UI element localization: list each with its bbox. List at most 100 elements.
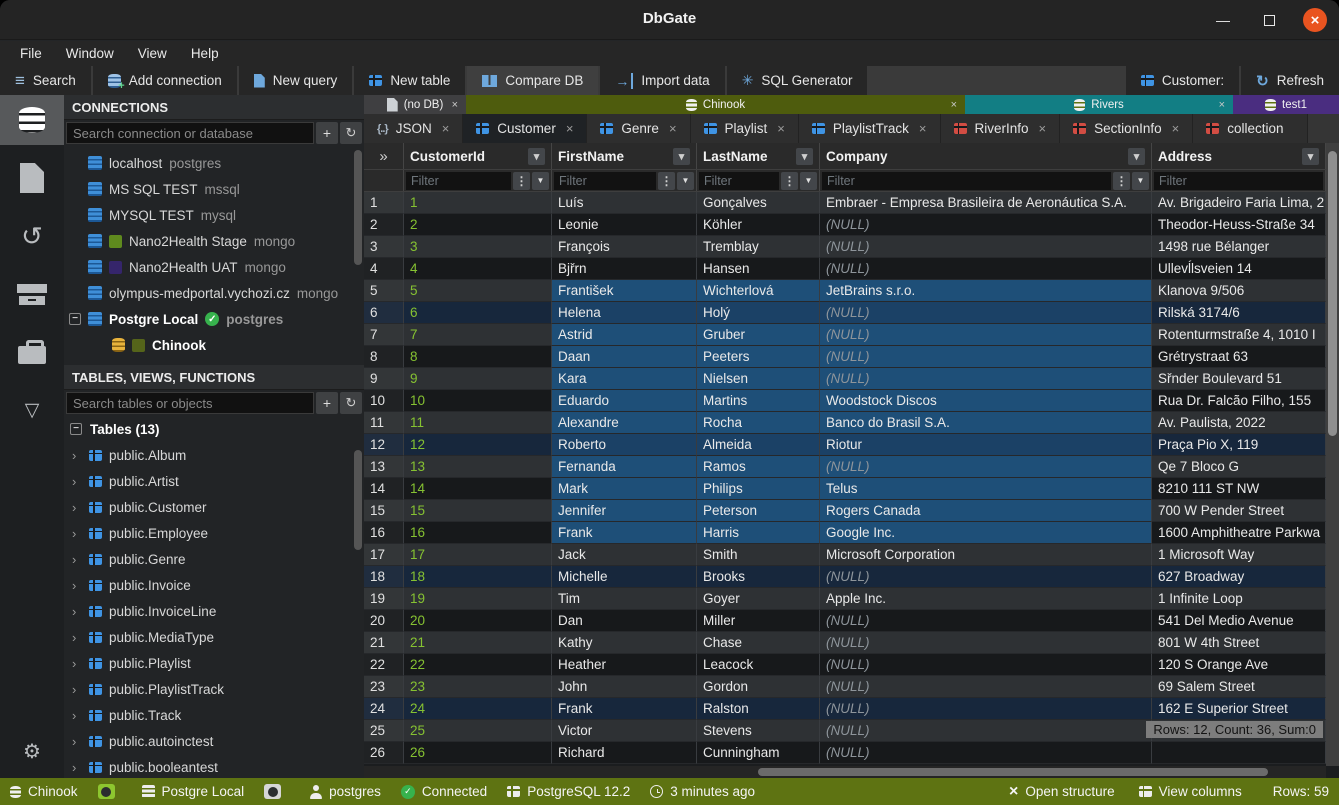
statusbar-item[interactable]: 3 minutes ago — [650, 784, 755, 799]
table-row[interactable]: 20 20 Dan Miller (NULL) 541 Del Medio Av… — [364, 610, 1326, 632]
cell-company[interactable]: Apple Inc. — [820, 588, 1152, 610]
cell-address[interactable]: 162 E Superior Street — [1152, 698, 1326, 720]
table-row[interactable]: 5 5 František Wichterlová JetBrains s.r.… — [364, 280, 1326, 302]
chevron-right-icon[interactable]: › — [72, 526, 82, 541]
cell-firstname[interactable]: Jack — [552, 544, 697, 566]
row-number[interactable]: 10 — [364, 390, 404, 412]
expand-all-button[interactable] — [364, 143, 404, 169]
column-dropdown-button[interactable] — [1302, 148, 1319, 165]
database-tab[interactable]: Rivers × — [965, 95, 1233, 114]
cell-lastname[interactable]: Cunningham — [697, 742, 820, 764]
chevron-right-icon[interactable]: › — [72, 734, 82, 749]
cell-firstname[interactable]: Tim — [552, 588, 697, 610]
cell-company[interactable]: (NULL) — [820, 368, 1152, 390]
cell-customerid[interactable]: 14 — [404, 478, 552, 500]
close-icon[interactable]: × — [442, 121, 450, 136]
document-tab[interactable]: collection — [1193, 114, 1307, 143]
statusbar-item[interactable]: postgres — [308, 784, 381, 799]
database-tab[interactable]: (no DB) × — [364, 95, 466, 114]
table-row[interactable]: 26 26 Richard Cunningham (NULL) — [364, 742, 1326, 764]
vertical-scrollbar[interactable] — [1326, 143, 1339, 766]
cell-address[interactable]: Av. Brigadeiro Faria Lima, 2 — [1152, 192, 1326, 214]
row-number[interactable]: 11 — [364, 412, 404, 434]
row-number[interactable]: 17 — [364, 544, 404, 566]
tables-group[interactable]: Tables (13) — [64, 416, 364, 442]
cell-customerid[interactable]: 23 — [404, 676, 552, 698]
table-row[interactable]: 2 2 Leonie Köhler (NULL) Theodor-Heuss-S… — [364, 214, 1326, 236]
cell-customerid[interactable]: 19 — [404, 588, 552, 610]
cell-lastname[interactable]: Philips — [697, 478, 820, 500]
row-number[interactable]: 6 — [364, 302, 404, 324]
cell-firstname[interactable]: Helena — [552, 302, 697, 324]
table-row[interactable]: 4 4 Bjřrn Hansen (NULL) Ullevĺlsveien 14 — [364, 258, 1326, 280]
chevron-right-icon[interactable]: › — [72, 474, 82, 489]
menu-item[interactable]: Help — [181, 44, 229, 63]
table-row[interactable]: 6 6 Helena Holý (NULL) Rilská 3174/6 — [364, 302, 1326, 324]
column-dropdown-button[interactable] — [796, 148, 813, 165]
cell-firstname[interactable]: Astrid — [552, 324, 697, 346]
connection-item[interactable]: Chinook — [64, 332, 364, 358]
cell-company[interactable]: (NULL) — [820, 742, 1152, 764]
filter-input[interactable]: Filter — [699, 172, 779, 190]
collapse-icon[interactable] — [69, 313, 81, 325]
add-table-plus-button[interactable]: + — [316, 392, 338, 414]
filter-menu-button[interactable] — [1113, 172, 1130, 190]
cell-lastname[interactable]: Almeida — [697, 434, 820, 456]
cell-lastname[interactable]: Stevens — [697, 720, 820, 742]
cell-customerid[interactable]: 20 — [404, 610, 552, 632]
document-tab[interactable]: Genre × — [587, 114, 690, 143]
close-icon[interactable]: × — [669, 121, 677, 136]
cell-customerid[interactable]: 10 — [404, 390, 552, 412]
row-number[interactable]: 15 — [364, 500, 404, 522]
connection-item[interactable]: MYSQL TEST mysql — [64, 202, 364, 228]
cell-lastname[interactable]: Nielsen — [697, 368, 820, 390]
table-item[interactable]: › public.MediaType — [64, 624, 364, 650]
table-row[interactable]: 22 22 Heather Leacock (NULL) 120 S Orang… — [364, 654, 1326, 676]
cell-lastname[interactable]: Goyer — [697, 588, 820, 610]
connection-item[interactable]: Postgre Local postgres — [64, 306, 364, 332]
menu-item[interactable]: File — [10, 44, 52, 63]
cell-customerid[interactable]: 26 — [404, 742, 552, 764]
table-item[interactable]: › public.Track — [64, 702, 364, 728]
cell-lastname[interactable]: Gordon — [697, 676, 820, 698]
cell-customerid[interactable]: 12 — [404, 434, 552, 456]
rail-item[interactable] — [0, 327, 64, 377]
cell-company[interactable]: (NULL) — [820, 676, 1152, 698]
row-number[interactable]: 18 — [364, 566, 404, 588]
filter-menu-button[interactable] — [781, 172, 798, 190]
cell-lastname[interactable]: Tremblay — [697, 236, 820, 258]
collapse-icon[interactable] — [70, 423, 82, 435]
cell-company[interactable]: (NULL) — [820, 698, 1152, 720]
maximize-button[interactable] — [1257, 8, 1281, 32]
chevron-right-icon[interactable]: › — [72, 578, 82, 593]
filter-funnel-button[interactable] — [1132, 172, 1149, 190]
cell-company[interactable]: Microsoft Corporation — [820, 544, 1152, 566]
filter-input[interactable]: Filter — [406, 172, 511, 190]
statusbar-item[interactable]: Postgre Local — [142, 784, 245, 799]
statusbar-item[interactable]: View columns — [1139, 784, 1242, 799]
cell-customerid[interactable]: 22 — [404, 654, 552, 676]
table-row[interactable]: 21 21 Kathy Chase (NULL) 801 W 4th Stree… — [364, 632, 1326, 654]
cell-firstname[interactable]: Michelle — [552, 566, 697, 588]
table-row[interactable]: 13 13 Fernanda Ramos (NULL) Qe 7 Bloco G — [364, 456, 1326, 478]
row-number[interactable]: 13 — [364, 456, 404, 478]
cell-address[interactable]: 1498 rue Bélanger — [1152, 236, 1326, 258]
cell-customerid[interactable]: 11 — [404, 412, 552, 434]
row-number[interactable]: 7 — [364, 324, 404, 346]
connections-scrollbar[interactable] — [354, 150, 362, 265]
cell-customerid[interactable]: 24 — [404, 698, 552, 720]
database-tab[interactable]: Chinook × — [466, 95, 965, 114]
row-number[interactable]: 9 — [364, 368, 404, 390]
chevron-right-icon[interactable]: › — [72, 552, 82, 567]
toolbar-button[interactable]: SQL Generator — [727, 66, 868, 95]
cell-lastname[interactable]: Miller — [697, 610, 820, 632]
cell-firstname[interactable]: Victor — [552, 720, 697, 742]
cell-company[interactable]: (NULL) — [820, 566, 1152, 588]
chevron-right-icon[interactable]: › — [72, 630, 82, 645]
statusbar-item[interactable]: Open structure — [1009, 783, 1115, 801]
cell-customerid[interactable]: 8 — [404, 346, 552, 368]
menu-item[interactable]: Window — [56, 44, 124, 63]
connections-refresh-button[interactable] — [340, 122, 362, 144]
close-icon[interactable]: × — [919, 121, 927, 136]
cell-customerid[interactable]: 13 — [404, 456, 552, 478]
